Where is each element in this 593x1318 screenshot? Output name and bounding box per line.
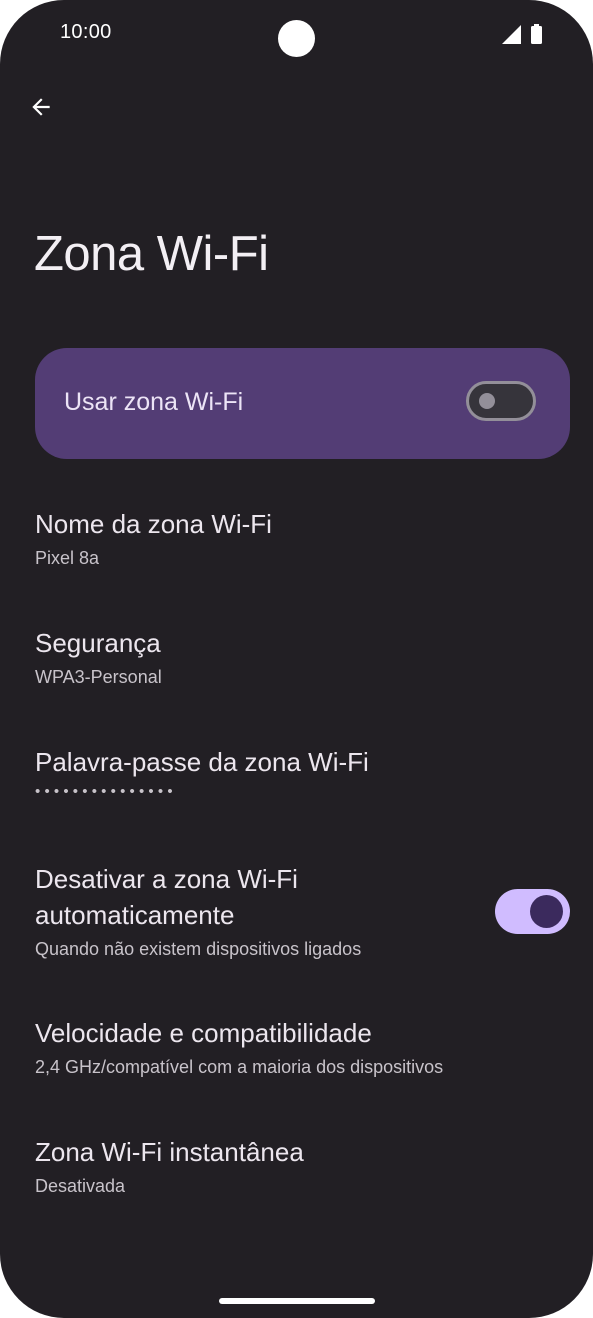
auto-disable-hotspot-setting[interactable]: Desativar a zona Wi-Fi automaticamente Q… <box>35 861 570 961</box>
setting-title: Nome da zona Wi-Fi <box>35 509 272 539</box>
setting-summary: 2,4 GHz/compatível com a maioria dos dis… <box>35 1057 444 1077</box>
setting-title-line-2: automaticamente <box>35 900 235 930</box>
hotspot-password-setting[interactable]: Palavra-passe da zona Wi-Fi ••••••••••••… <box>35 744 570 804</box>
setting-title: Palavra-passe da zona Wi-Fi <box>35 747 369 777</box>
home-indicator[interactable] <box>219 1298 375 1304</box>
back-button[interactable] <box>20 86 62 128</box>
phone-screen: 10:00 Zona Wi-Fi Usar zona Wi-Fi Nome da… <box>0 0 593 1318</box>
page-title: Zona Wi-Fi <box>34 227 269 281</box>
switch-thumb <box>479 393 495 409</box>
auto-disable-switch[interactable] <box>495 889 570 934</box>
battery-icon <box>531 24 542 44</box>
password-masked-value: ••••••••••••••• <box>35 783 177 800</box>
hotspot-name-setting[interactable]: Nome da zona Wi-Fi Pixel 8a <box>35 506 570 570</box>
switch-thumb <box>530 895 563 928</box>
setting-summary: Desativada <box>35 1176 126 1196</box>
status-time: 10:00 <box>60 21 112 43</box>
setting-title: Segurança <box>35 628 161 658</box>
setting-summary: Quando não existem dispositivos ligados <box>35 939 362 959</box>
camera-cutout <box>278 20 315 57</box>
setting-summary: Pixel 8a <box>35 548 100 568</box>
use-hotspot-switch[interactable] <box>466 381 536 421</box>
setting-title: Zona Wi-Fi instantânea <box>35 1137 304 1167</box>
instant-hotspot-setting[interactable]: Zona Wi-Fi instantânea Desativada <box>35 1134 570 1198</box>
setting-title: Velocidade e compatibilidade <box>35 1018 372 1048</box>
status-bar: 10:00 <box>0 0 593 70</box>
speed-compatibility-setting[interactable]: Velocidade e compatibilidade 2,4 GHz/com… <box>35 1015 570 1079</box>
use-hotspot-label: Usar zona Wi-Fi <box>64 388 244 416</box>
signal-icon <box>502 25 521 44</box>
security-setting[interactable]: Segurança WPA3-Personal <box>35 625 570 689</box>
setting-title-line-1: Desativar a zona Wi-Fi <box>35 864 298 894</box>
setting-summary: WPA3-Personal <box>35 667 162 687</box>
arrow-back-icon <box>32 98 50 116</box>
use-hotspot-toggle-card[interactable]: Usar zona Wi-Fi <box>35 348 570 459</box>
